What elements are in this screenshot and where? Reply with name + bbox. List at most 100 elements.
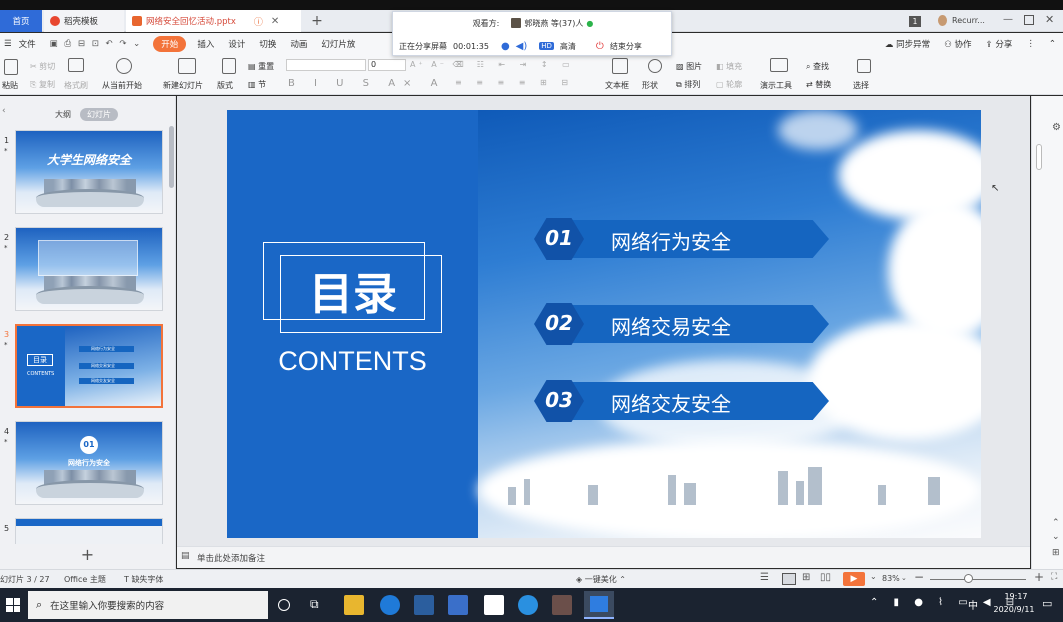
paste-icon[interactable] — [4, 59, 18, 75]
minimize-icon[interactable]: — — [1003, 14, 1013, 25]
menu-slideshow[interactable]: 幻灯片放 — [314, 38, 362, 50]
tab-slides[interactable]: 幻灯片 — [80, 108, 118, 121]
select-icon[interactable] — [857, 59, 871, 73]
fill-button[interactable]: ◧ 填充 — [716, 61, 742, 72]
normal-view-icon[interactable] — [782, 573, 796, 585]
collapse-panel-icon[interactable]: ‹ — [2, 106, 6, 116]
quality-label[interactable]: 高清 — [560, 41, 576, 52]
user-photo-app-icon[interactable] — [552, 595, 572, 615]
current-slide[interactable]: 目录 CONTENTS 01 网络行为安全 02 网络交易安全 03 网络交友安… — [227, 110, 981, 538]
new-slide-icon[interactable] — [178, 58, 196, 74]
slide-thumbnail-1[interactable]: 大学生网络安全 — [15, 130, 163, 214]
end-share-button[interactable]: 结束分享 — [610, 41, 642, 52]
play-from-current-label[interactable]: 从当前开始 — [102, 80, 142, 91]
menu-start[interactable]: 开始 — [153, 36, 187, 52]
select-label[interactable]: 选择 — [853, 80, 869, 91]
layout-label[interactable]: 版式 — [217, 80, 233, 91]
toc-item-label-3[interactable]: 网络交友安全 — [611, 388, 731, 417]
zoom-slider-track[interactable] — [930, 579, 1026, 580]
zoom-level[interactable]: 83% — [882, 574, 900, 583]
notification-icon[interactable]: ▭ — [1042, 597, 1052, 610]
taskbar-search-box[interactable]: ⌕ 在这里输入你要搜索的内容 — [28, 591, 268, 619]
hamburger-icon[interactable]: ☰ — [0, 39, 19, 49]
cortana-icon[interactable] — [278, 599, 290, 611]
zoom-dropdown-icon[interactable]: ⌄ — [901, 574, 907, 582]
menu-design[interactable]: 设计 — [221, 38, 252, 50]
edge-browser-icon[interactable] — [380, 595, 400, 615]
zoom-slider-thumb[interactable] — [964, 574, 973, 583]
notes-toggle-icon[interactable]: ☰ — [760, 572, 769, 583]
present-tool-label[interactable]: 演示工具 — [760, 80, 792, 91]
account-name[interactable]: Recurr... — [952, 16, 985, 25]
menu-insert[interactable]: 插入 — [190, 38, 221, 50]
task-view-icon[interactable]: ⧉ — [310, 597, 319, 612]
zoom-out-icon[interactable]: − — [914, 570, 924, 584]
tab-current-file[interactable]: 网络安全回忆活动.pptx ⓘ ✕ — [126, 10, 301, 32]
toc-item-label-1[interactable]: 网络行为安全 — [611, 226, 731, 255]
grid-icon[interactable]: ⊞ — [1052, 548, 1060, 558]
slideshow-dropdown-icon[interactable]: ⌄ — [870, 572, 877, 581]
windows-start-icon[interactable] — [6, 598, 20, 612]
network-app-icon[interactable] — [448, 595, 468, 615]
close-tab-icon[interactable]: ✕ — [271, 16, 279, 27]
paragraph-icons[interactable]: ☰ ☷ ⇤ ⇥ ↕ ▭ — [455, 60, 576, 69]
layout-icon[interactable] — [222, 58, 236, 74]
play-icon[interactable] — [116, 58, 132, 74]
add-slide-button[interactable]: + — [0, 544, 175, 568]
slide-thumbnail-5[interactable] — [15, 518, 163, 546]
panel-scrollbar[interactable] — [169, 126, 174, 188]
font-family-select[interactable] — [286, 59, 366, 71]
clock-time[interactable]: 19:17 — [996, 592, 1036, 601]
format-brush-label[interactable]: 格式刷 — [64, 80, 88, 91]
tab-daoke-templates[interactable]: 稻壳模板 — [44, 10, 124, 32]
play-slideshow-button[interactable]: ▶ — [843, 572, 865, 586]
share-button[interactable]: ⇪ 分享 — [979, 38, 1020, 50]
replace-button[interactable]: ⇄ 替换 — [806, 79, 831, 90]
reading-view-icon[interactable]: ▯▯ — [820, 572, 831, 583]
cut-button[interactable]: ✂ 剪切 — [30, 61, 55, 72]
slide-thumbnail-4[interactable]: 01 网络行为安全 — [15, 421, 163, 505]
chat-app-icon[interactable] — [518, 595, 538, 615]
scroll-down-icon[interactable]: ⌄ — [1052, 532, 1060, 542]
font-size-select[interactable]: 0 — [368, 59, 406, 71]
find-button[interactable]: ⌕ 查找 — [806, 61, 829, 72]
tab-home[interactable]: 首页 — [0, 10, 42, 32]
file-explorer-icon[interactable] — [344, 595, 364, 615]
shape-label[interactable]: 形状 — [642, 80, 658, 91]
format-brush-icon[interactable] — [68, 58, 84, 72]
image-button[interactable]: ▨ 图片 — [676, 61, 702, 72]
vc-app-icon[interactable] — [484, 595, 504, 615]
toc-item-label-2[interactable]: 网络交易安全 — [611, 311, 731, 340]
section-button[interactable]: ▥ 节 — [248, 79, 266, 90]
slide-thumbnail-2[interactable] — [15, 227, 163, 311]
clock-date[interactable]: 2020/9/11 — [984, 605, 1044, 614]
properties-icon[interactable]: ⚙ — [1052, 122, 1061, 133]
beautify-button[interactable]: ◈ 一键美化 ⌃ — [576, 574, 626, 585]
more-icon[interactable]: ⋮ — [1019, 39, 1042, 49]
fit-window-icon[interactable]: ⛶ — [1051, 572, 1057, 582]
textbox-label[interactable]: 文本框 — [605, 80, 629, 91]
new-tab-button[interactable]: + — [308, 10, 326, 32]
canvas-scrollbar[interactable] — [1036, 144, 1042, 170]
zoom-in-icon[interactable]: + — [1034, 570, 1044, 584]
notes-placeholder[interactable]: 单击此处添加备注 — [197, 552, 265, 564]
speaker-icon[interactable]: ◀) — [516, 41, 528, 52]
slide-thumbnail-3[interactable]: 目录 CONTENTS 网络行为安全 网络交易安全 网络交友安全 — [15, 324, 163, 408]
text-style-icons[interactable]: B I U S A× A — [288, 78, 445, 89]
tab-outline[interactable]: 大纲 — [48, 108, 78, 121]
menu-file[interactable]: 文件 — [19, 38, 43, 50]
scroll-up-icon[interactable]: ⌃ — [1052, 518, 1060, 528]
wps-taskbar-button[interactable] — [584, 591, 614, 619]
restore-icon[interactable] — [1024, 15, 1034, 25]
notes-pane[interactable]: ▤ 单击此处添加备注 — [177, 546, 1030, 568]
collab-button[interactable]: ⚇ 协作 — [937, 38, 978, 50]
viewer-name[interactable]: 郭晓燕 等(37)人 — [524, 18, 583, 29]
align-icons[interactable]: ≡ ≡ ≡ ≡ ⊞ ⊟ — [455, 78, 574, 87]
outline-button[interactable]: ▢ 轮廓 — [716, 79, 742, 90]
collapse-ribbon-icon[interactable]: ⌃ — [1042, 39, 1063, 49]
arrange-button[interactable]: ⧉ 排列 — [676, 79, 700, 90]
user-avatar[interactable] — [938, 15, 947, 26]
close-window-icon[interactable]: ✕ — [1045, 13, 1054, 26]
missing-font-button[interactable]: T 缺失字体 — [124, 574, 163, 585]
copy-button[interactable]: ⎘ 复制 — [30, 79, 55, 90]
